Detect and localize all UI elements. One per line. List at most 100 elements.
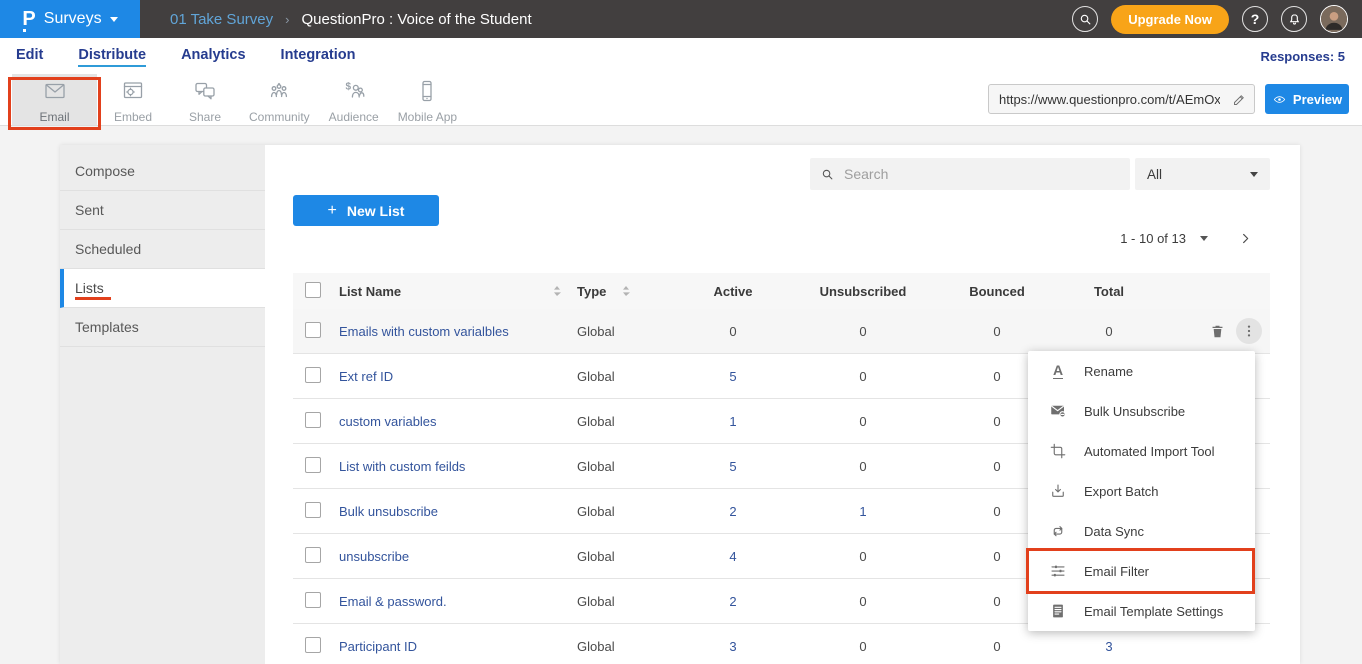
list-type-value: Global: [577, 504, 615, 519]
list-name-link[interactable]: custom variables: [339, 414, 437, 429]
unsubscribed-count-cell: 1: [793, 504, 933, 519]
row-checkbox[interactable]: [305, 457, 321, 473]
sidebar-item-label: Lists: [75, 280, 104, 296]
product-label: Surveys: [44, 10, 102, 28]
list-name-link[interactable]: Bulk unsubscribe: [339, 504, 438, 519]
menu-item-export-batch[interactable]: Export Batch: [1028, 471, 1255, 511]
sidebar-item-scheduled[interactable]: Scheduled: [60, 230, 265, 269]
channel-audience[interactable]: $Audience: [318, 74, 390, 125]
row-checkbox[interactable]: [305, 322, 321, 338]
topbar-actions: Upgrade Now ?: [1072, 5, 1362, 34]
channel-embed[interactable]: Embed: [97, 74, 169, 125]
sidebar-item-label: Sent: [75, 202, 104, 218]
delete-list-button[interactable]: [1204, 318, 1230, 344]
row-checkbox-cell: [293, 457, 339, 476]
list-name-link[interactable]: unsubscribe: [339, 549, 409, 564]
menu-item-automated-import-tool[interactable]: Automated Import Tool: [1028, 431, 1255, 471]
total-count[interactable]: 3: [1105, 639, 1112, 654]
row-checkbox[interactable]: [305, 502, 321, 518]
unsubscribed-count: 0: [859, 459, 866, 474]
list-name-link[interactable]: Email & password.: [339, 594, 447, 609]
active-count-cell: 1: [673, 414, 793, 429]
user-avatar[interactable]: [1320, 5, 1348, 33]
tab-integration[interactable]: Integration: [281, 45, 356, 67]
pagination-range-dropdown[interactable]: 1 - 10 of 13: [1120, 231, 1208, 246]
sort-icon[interactable]: [622, 285, 630, 297]
bounced-count: 0: [993, 639, 1000, 654]
list-name-link[interactable]: List with custom feilds: [339, 459, 465, 474]
total-count: 0: [1105, 324, 1112, 339]
select-all-checkbox[interactable]: [305, 282, 321, 298]
sidebar-item-lists[interactable]: Lists: [60, 269, 265, 308]
unsubscribed-count-cell: 0: [793, 459, 933, 474]
list-name-link[interactable]: Emails with custom varialbles: [339, 324, 509, 339]
sort-icon[interactable]: [553, 285, 561, 297]
table-header-row: List NameTypeActiveUnsubscribedBouncedTo…: [293, 273, 1270, 309]
menu-item-email-template-settings[interactable]: Email Template Settings: [1028, 591, 1255, 631]
active-count[interactable]: 2: [729, 594, 736, 609]
list-filter-dropdown[interactable]: All: [1135, 158, 1270, 190]
list-type-cell: Global: [577, 594, 673, 609]
list-type-cell: Global: [577, 459, 673, 474]
tab-distribute[interactable]: Distribute: [78, 45, 146, 67]
list-type-cell: Global: [577, 414, 673, 429]
row-checkbox[interactable]: [305, 547, 321, 563]
menu-item-data-sync[interactable]: Data Sync: [1028, 511, 1255, 551]
search-button[interactable]: [1072, 6, 1098, 32]
total-count-cell: 3: [1061, 639, 1157, 654]
surveys-product-switcher[interactable]: P Surveys: [0, 0, 140, 38]
export-batch-icon: [1048, 481, 1068, 501]
channel-mobile-app[interactable]: Mobile App: [390, 74, 465, 125]
column-header-bounced: Bounced: [933, 284, 1061, 299]
unsubscribed-count-cell: 0: [793, 639, 933, 654]
embed-icon: [120, 79, 146, 108]
tab-analytics[interactable]: Analytics: [181, 45, 245, 67]
sidebar-item-templates[interactable]: Templates: [60, 308, 265, 347]
row-checkbox[interactable]: [305, 637, 321, 653]
menu-item-rename[interactable]: ARename: [1028, 351, 1255, 391]
list-name-link[interactable]: Participant ID: [339, 639, 417, 654]
channel-email[interactable]: Email: [12, 74, 97, 125]
active-count-cell: 2: [673, 504, 793, 519]
plus-icon: +: [328, 202, 337, 220]
menu-item-bulk-unsubscribe[interactable]: Bulk Unsubscribe: [1028, 391, 1255, 431]
edit-url-button[interactable]: [1224, 85, 1254, 113]
channel-share[interactable]: Share: [169, 74, 241, 125]
active-count[interactable]: 5: [729, 369, 736, 384]
preview-button[interactable]: Preview: [1265, 84, 1349, 114]
notifications-button[interactable]: [1281, 6, 1307, 32]
active-count[interactable]: 2: [729, 504, 736, 519]
sidebar-item-sent[interactable]: Sent: [60, 191, 265, 230]
tab-edit[interactable]: Edit: [16, 45, 43, 67]
active-count[interactable]: 4: [729, 549, 736, 564]
list-search-input[interactable]: [844, 166, 1120, 182]
column-header-list-name[interactable]: List Name: [339, 284, 577, 299]
active-count: 0: [729, 324, 736, 339]
column-header-type[interactable]: Type: [577, 284, 673, 299]
new-list-button[interactable]: + New List: [293, 195, 439, 226]
breadcrumb-survey-link[interactable]: 01 Take Survey: [170, 11, 273, 28]
menu-item-label: Bulk Unsubscribe: [1084, 404, 1185, 419]
distribute-toolbar: EmailEmbedShareCommunity$AudienceMobile …: [0, 74, 1362, 126]
row-checkbox[interactable]: [305, 367, 321, 383]
pagination-next-button[interactable]: [1238, 231, 1253, 246]
filter-selected-value: All: [1147, 167, 1162, 182]
list-name-cell: Participant ID: [339, 639, 577, 654]
sidebar-item-compose[interactable]: Compose: [60, 152, 265, 191]
row-checkbox[interactable]: [305, 412, 321, 428]
active-count[interactable]: 1: [729, 414, 736, 429]
channel-community[interactable]: Community: [241, 74, 318, 125]
menu-item-email-filter[interactable]: Email Filter: [1028, 551, 1255, 591]
responses-count[interactable]: Responses: 5: [1260, 49, 1345, 64]
list-name-cell: List with custom feilds: [339, 459, 577, 474]
active-count[interactable]: 5: [729, 459, 736, 474]
survey-url-input[interactable]: [989, 92, 1224, 107]
row-more-actions-button[interactable]: [1236, 318, 1262, 344]
row-checkbox[interactable]: [305, 592, 321, 608]
list-name-link[interactable]: Ext ref ID: [339, 369, 393, 384]
audience-icon: $: [341, 79, 367, 108]
help-button[interactable]: ?: [1242, 6, 1268, 32]
unsubscribed-count[interactable]: 1: [859, 504, 866, 519]
upgrade-now-button[interactable]: Upgrade Now: [1111, 5, 1229, 34]
active-count[interactable]: 3: [729, 639, 736, 654]
